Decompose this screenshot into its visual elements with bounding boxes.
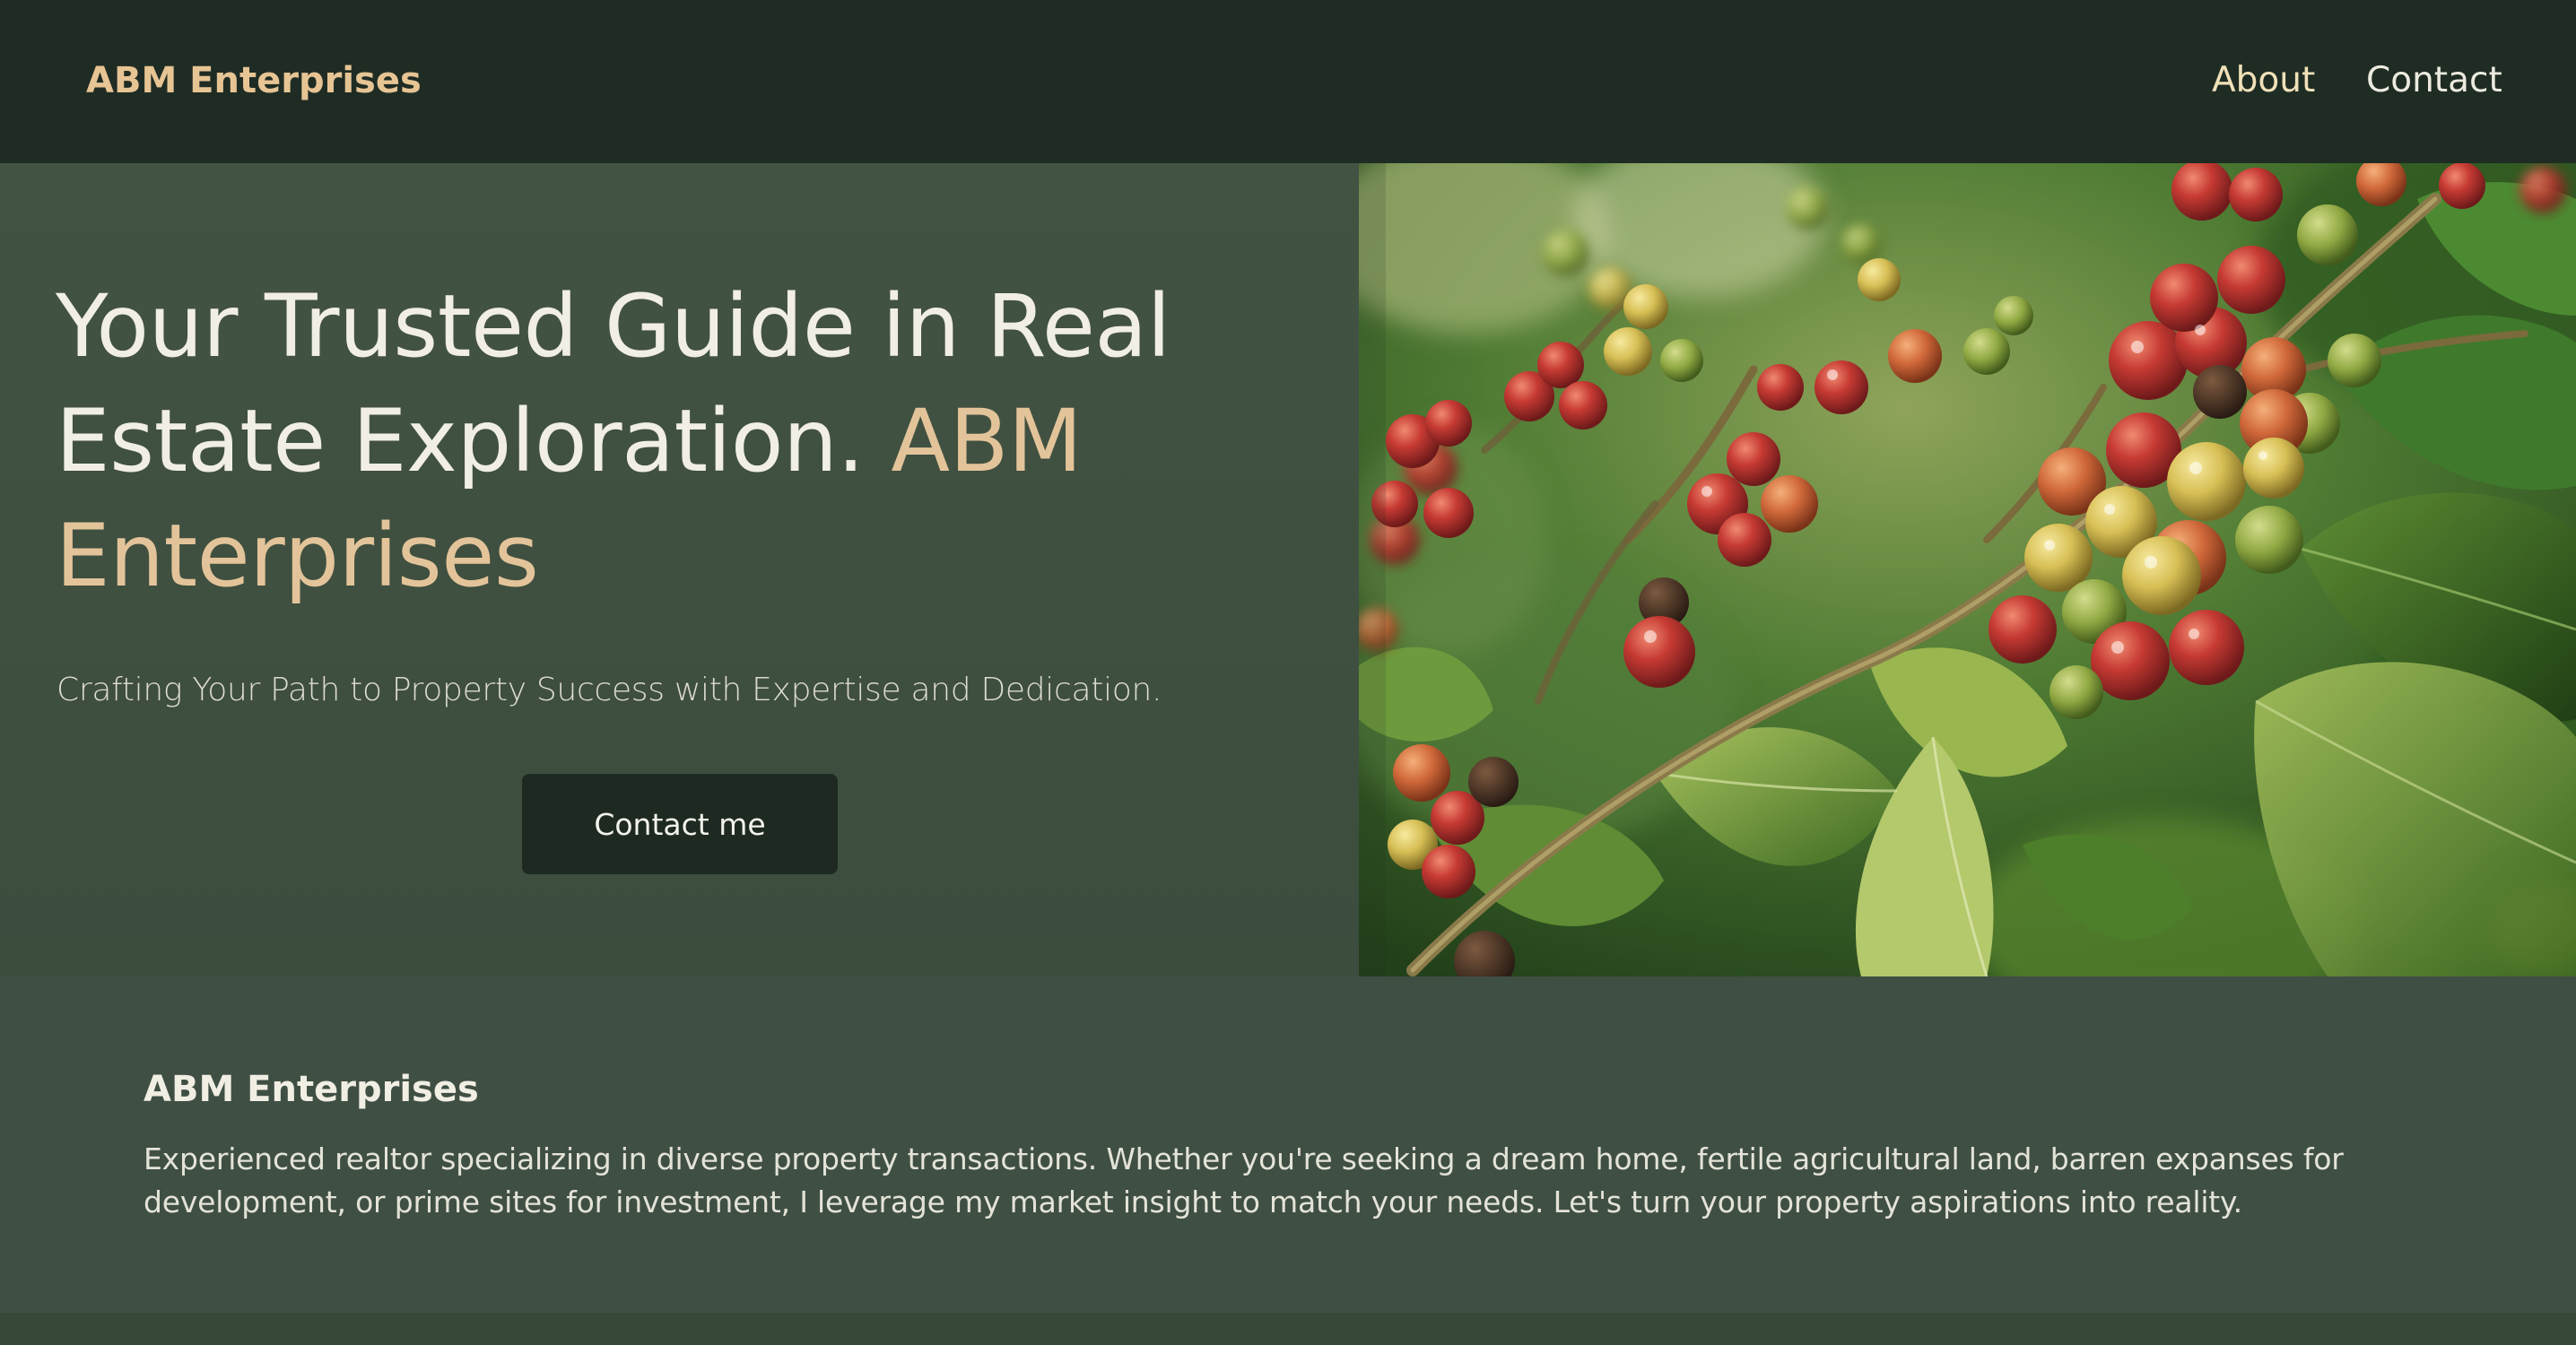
- nav-link-about[interactable]: About: [2212, 56, 2315, 106]
- nav-link-contact[interactable]: Contact: [2366, 56, 2502, 106]
- about-title: ABM Enterprises: [144, 1069, 479, 1110]
- coffee-cherries-illustration: [1359, 163, 2576, 976]
- brand-logo[interactable]: ABM Enterprises: [86, 56, 422, 106]
- hero-content: Your Trusted Guide in Real Estate Explor…: [0, 163, 1359, 976]
- hero-subtitle: Crafting Your Path to Property Success w…: [57, 672, 1162, 708]
- footer-strip: [0, 1313, 2576, 1345]
- hero-title: Your Trusted Guide in Real Estate Explor…: [56, 269, 1311, 613]
- contact-me-button[interactable]: Contact me: [522, 774, 838, 874]
- hero-section: Your Trusted Guide in Real Estate Explor…: [0, 163, 2576, 976]
- about-section: ABM Enterprises Experienced realtor spec…: [0, 976, 2576, 1313]
- navbar: ABM Enterprises About Contact: [0, 0, 2576, 163]
- coffee-cherries-image: [1359, 163, 2576, 976]
- about-description: Experienced realtor specializing in dive…: [144, 1141, 2344, 1219]
